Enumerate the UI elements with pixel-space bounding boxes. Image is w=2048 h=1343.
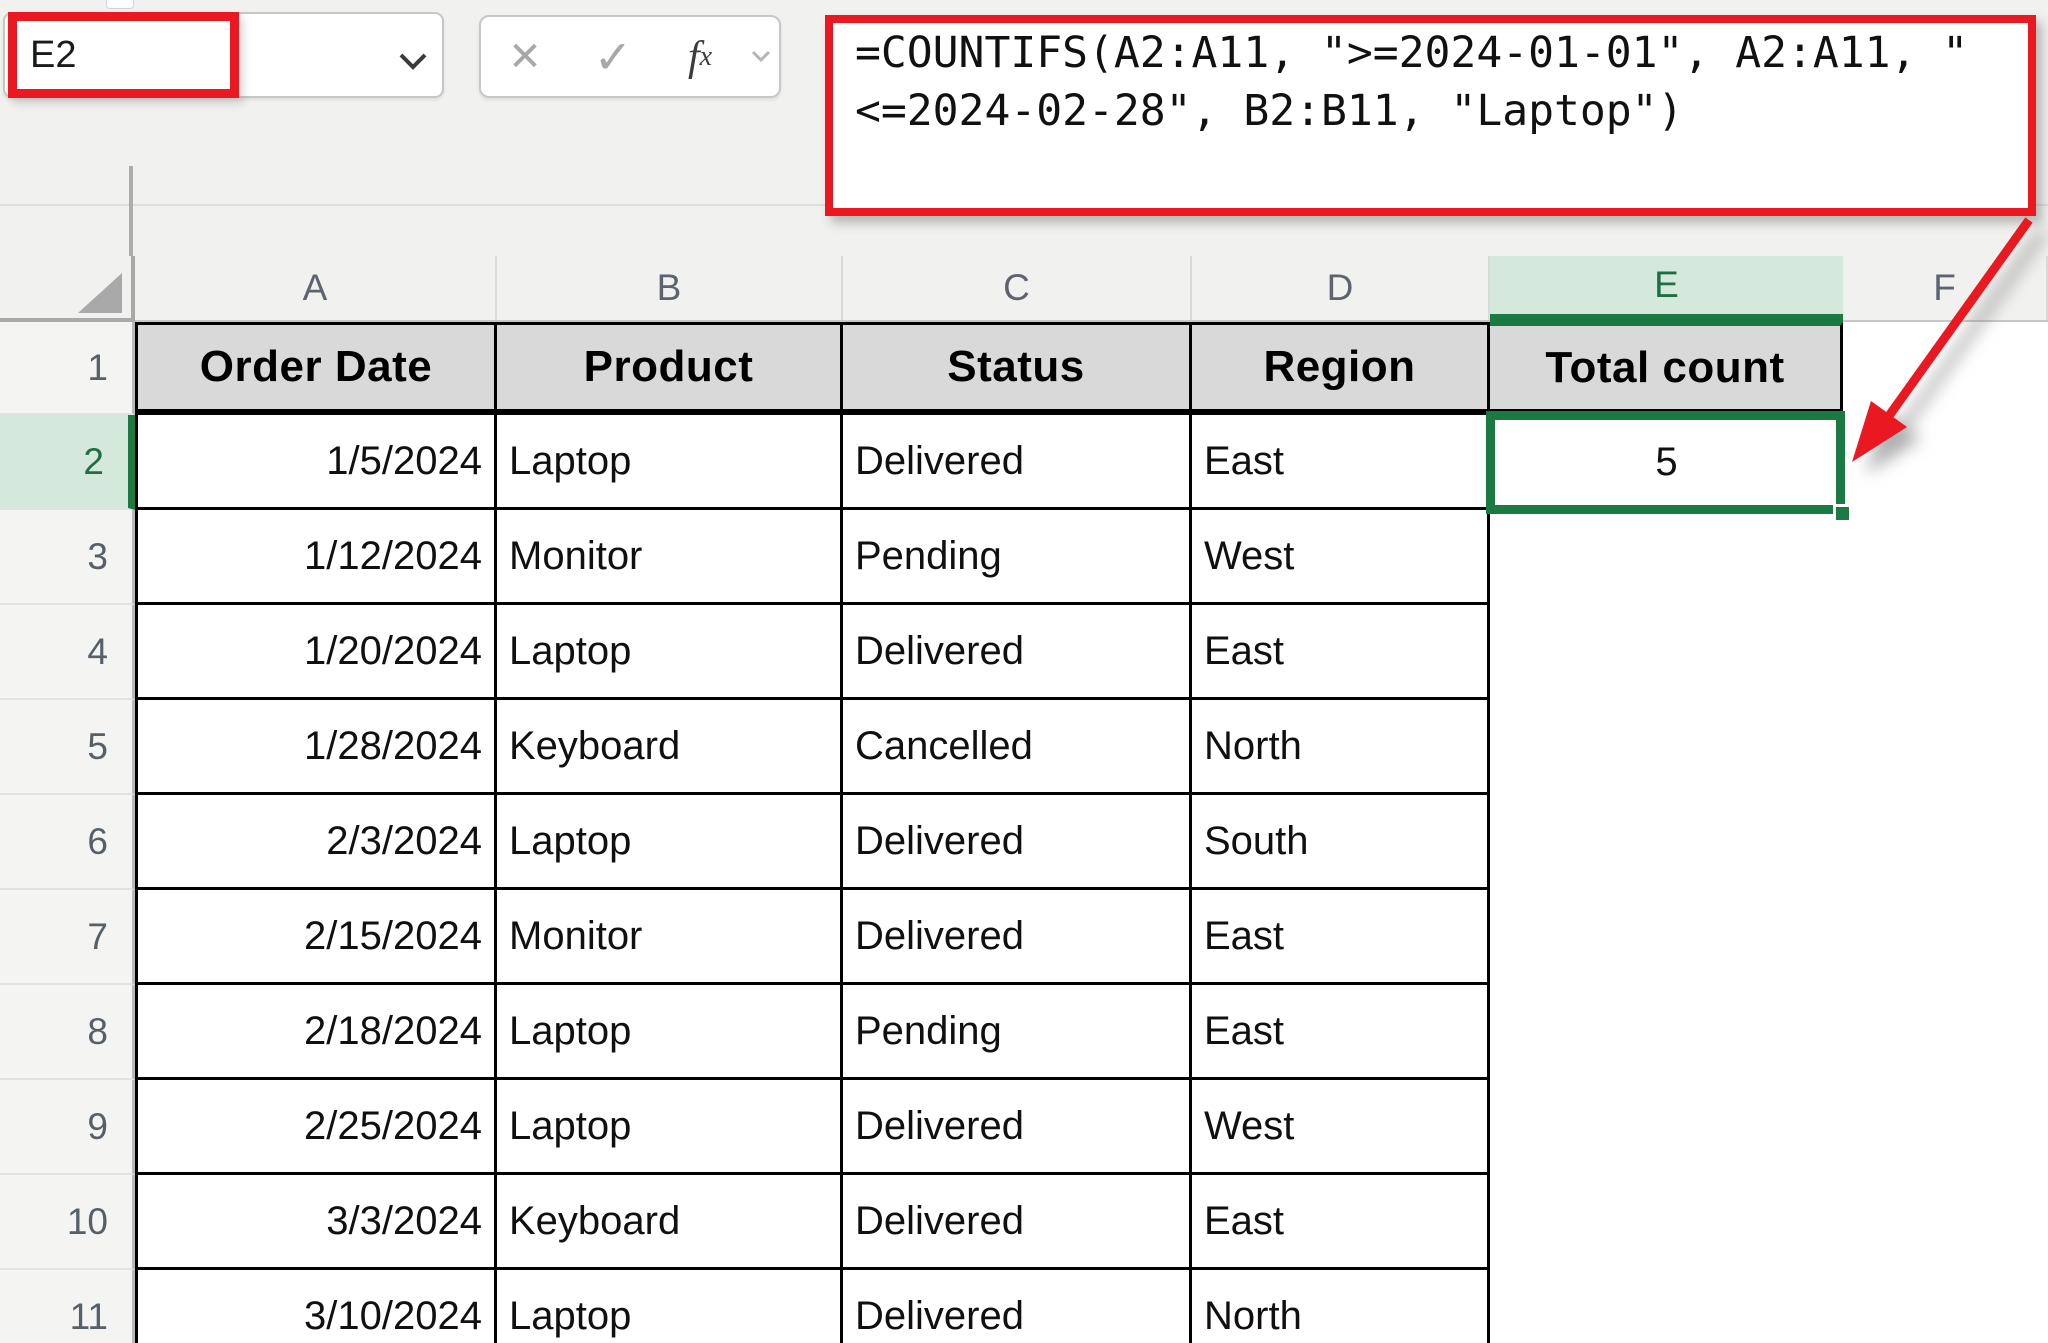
cell-A9[interactable]: 2/25/2024 xyxy=(135,1080,497,1175)
row-header-11[interactable]: 11 xyxy=(0,1270,135,1343)
cell-C3[interactable]: Pending xyxy=(843,510,1192,605)
row-header-5[interactable]: 5 xyxy=(0,700,135,795)
spreadsheet-app: E 2 ✕ ✓ fx =COUNTIFS(A2:A11, ">=2024-01-0… xyxy=(0,0,2048,1343)
cell-C9[interactable]: Delivered xyxy=(843,1080,1192,1175)
fx-dropdown-icon[interactable] xyxy=(743,17,779,96)
cell-C4[interactable]: Delivered xyxy=(843,605,1192,700)
cell-C1[interactable]: Status xyxy=(843,322,1192,415)
cancel-icon: ✕ xyxy=(508,34,542,80)
cell-A5[interactable]: 1/28/2024 xyxy=(135,700,497,795)
column-header-F[interactable]: F xyxy=(1843,256,2048,320)
cell-A8[interactable]: 2/18/2024 xyxy=(135,985,497,1080)
column-header-E[interactable]: E xyxy=(1490,256,1843,322)
fill-handle[interactable] xyxy=(1833,504,1852,523)
row-header-1[interactable]: 1 xyxy=(0,322,135,415)
selected-cell-outline xyxy=(1486,411,1845,514)
cell-B6[interactable]: Laptop xyxy=(497,795,843,890)
cell-B9[interactable]: Laptop xyxy=(497,1080,843,1175)
pane-divider xyxy=(129,166,133,258)
check-icon: ✓ xyxy=(594,30,633,84)
cell-A6[interactable]: 2/3/2024 xyxy=(135,795,497,890)
cell-B4[interactable]: Laptop xyxy=(497,605,843,700)
cell-C5[interactable]: Cancelled xyxy=(843,700,1192,795)
name-box-dropdown-icon[interactable] xyxy=(398,52,428,72)
cancel-button[interactable]: ✕ xyxy=(481,17,569,96)
cell-B11[interactable]: Laptop xyxy=(497,1270,843,1343)
cell-D10[interactable]: East xyxy=(1192,1175,1490,1270)
fx-icon: f xyxy=(688,33,700,81)
cell-B2[interactable]: Laptop xyxy=(497,415,843,510)
cell-B3[interactable]: Monitor xyxy=(497,510,843,605)
cell-A4[interactable]: 1/20/2024 xyxy=(135,605,497,700)
cell-D5[interactable]: North xyxy=(1192,700,1490,795)
column-header-A[interactable]: A xyxy=(135,256,497,320)
cell-C10[interactable]: Delivered xyxy=(843,1175,1192,1270)
cell-D3[interactable]: West xyxy=(1192,510,1490,605)
row-header-3[interactable]: 3 xyxy=(0,510,135,605)
cell-A2[interactable]: 1/5/2024 xyxy=(135,415,497,510)
column-header-C[interactable]: C xyxy=(843,256,1192,320)
column-header-D[interactable]: D xyxy=(1192,256,1490,320)
row-header-8[interactable]: 8 xyxy=(0,985,135,1080)
cell-C8[interactable]: Pending xyxy=(843,985,1192,1080)
select-all-triangle-icon xyxy=(78,273,122,313)
cell-B5[interactable]: Keyboard xyxy=(497,700,843,795)
cell-D6[interactable]: South xyxy=(1192,795,1490,890)
chrome-artifact xyxy=(106,0,134,9)
cell-A11[interactable]: 3/10/2024 xyxy=(135,1270,497,1343)
formula-bar-buttons: ✕ ✓ fx xyxy=(479,15,781,98)
cell-B1[interactable]: Product xyxy=(497,322,843,415)
cell-A1[interactable]: Order Date xyxy=(135,322,497,415)
cell-B8[interactable]: Laptop xyxy=(497,985,843,1080)
cell-D8[interactable]: East xyxy=(1192,985,1490,1080)
cell-A7[interactable]: 2/15/2024 xyxy=(135,890,497,985)
cell-D1[interactable]: Region xyxy=(1192,322,1490,415)
cell-D11[interactable]: North xyxy=(1192,1270,1490,1343)
annotation-name-box-highlight xyxy=(8,12,239,98)
cell-C2[interactable]: Delivered xyxy=(843,415,1192,510)
cell-A3[interactable]: 1/12/2024 xyxy=(135,510,497,605)
cell-B7[interactable]: Monitor xyxy=(497,890,843,985)
row-header-2[interactable]: 2 xyxy=(0,415,135,510)
cell-B10[interactable]: Keyboard xyxy=(497,1175,843,1270)
cell-D9[interactable]: West xyxy=(1192,1080,1490,1175)
cell-A10[interactable]: 3/3/2024 xyxy=(135,1175,497,1270)
column-header-B[interactable]: B xyxy=(497,256,843,320)
row-header-10[interactable]: 10 xyxy=(0,1175,135,1270)
enter-button[interactable]: ✓ xyxy=(569,17,657,96)
row-header-6[interactable]: 6 xyxy=(0,795,135,890)
row-header-9[interactable]: 9 xyxy=(0,1080,135,1175)
cell-E1[interactable]: Total count xyxy=(1490,322,1843,415)
cell-C6[interactable]: Delivered xyxy=(843,795,1192,890)
cell-D7[interactable]: East xyxy=(1192,890,1490,985)
row-header-4[interactable]: 4 xyxy=(0,605,135,700)
formula-bar-text[interactable]: =COUNTIFS(A2:A11, ">=2024-01-01", A2:A11… xyxy=(855,24,2025,140)
cell-C7[interactable]: Delivered xyxy=(843,890,1192,985)
cell-C11[interactable]: Delivered xyxy=(843,1270,1192,1343)
cell-D2[interactable]: East xyxy=(1192,415,1490,510)
formula-line-2: <=2024-02-28", B2:B11, "Laptop") xyxy=(855,86,1683,136)
formula-line-1: =COUNTIFS(A2:A11, ">=2024-01-01", A2:A11… xyxy=(855,28,1968,78)
cell-D4[interactable]: East xyxy=(1192,605,1490,700)
insert-function-button[interactable]: fx xyxy=(657,17,743,96)
row-header-7[interactable]: 7 xyxy=(0,890,135,985)
